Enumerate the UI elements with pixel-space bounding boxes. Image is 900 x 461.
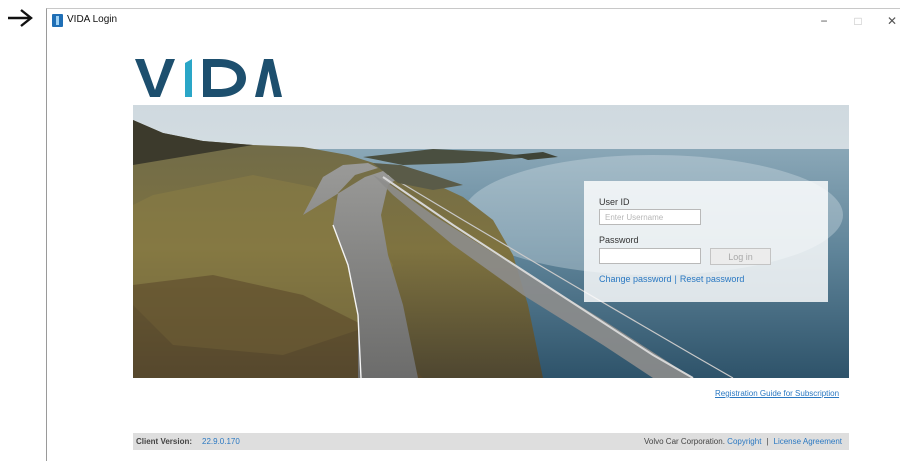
footer-separator: | <box>766 437 769 446</box>
client-version-label: Client Version: <box>136 437 193 446</box>
maximize-button[interactable]: □ <box>843 11 873 31</box>
vida-app-icon <box>52 14 63 27</box>
password-links: Change password | Reset password <box>599 274 744 284</box>
password-label: Password <box>599 235 639 245</box>
login-panel: User ID Password Log in Change password|… <box>584 181 828 302</box>
company-name: Volvo Car Corporation. <box>644 437 725 446</box>
links-separator: | <box>674 274 677 284</box>
login-button[interactable]: Log in <box>710 248 771 265</box>
registration-guide-link[interactable]: Registration Guide for Subscription <box>715 389 839 398</box>
footer-legal: Volvo Car Corporation. Copyright | License… <box>644 433 842 450</box>
username-input[interactable] <box>599 209 701 225</box>
minimize-button[interactable]: − <box>809 11 839 31</box>
footer-bar: Client Version: 22.9.0.170 Volvo Car Cor… <box>133 433 849 450</box>
reset-password-link[interactable]: Reset password <box>680 274 745 284</box>
close-button[interactable]: ✕ <box>877 11 900 31</box>
change-password-link[interactable]: Change password <box>599 274 672 284</box>
vida-logo <box>135 59 282 97</box>
title-bar: VIDA Login − □ ✕ <box>47 9 900 33</box>
window-title: VIDA Login <box>67 14 118 25</box>
license-agreement-link[interactable]: License Agreement <box>774 437 843 446</box>
client-version-value: 22.9.0.170 <box>202 437 240 446</box>
app-window: VIDA Login − □ ✕ User ID Enter Username … <box>46 8 900 461</box>
copyright-link[interactable]: Copyright <box>727 437 761 446</box>
password-input[interactable] <box>599 248 701 264</box>
arrow-right-icon <box>8 9 33 27</box>
user-id-label: User ID <box>599 197 630 207</box>
